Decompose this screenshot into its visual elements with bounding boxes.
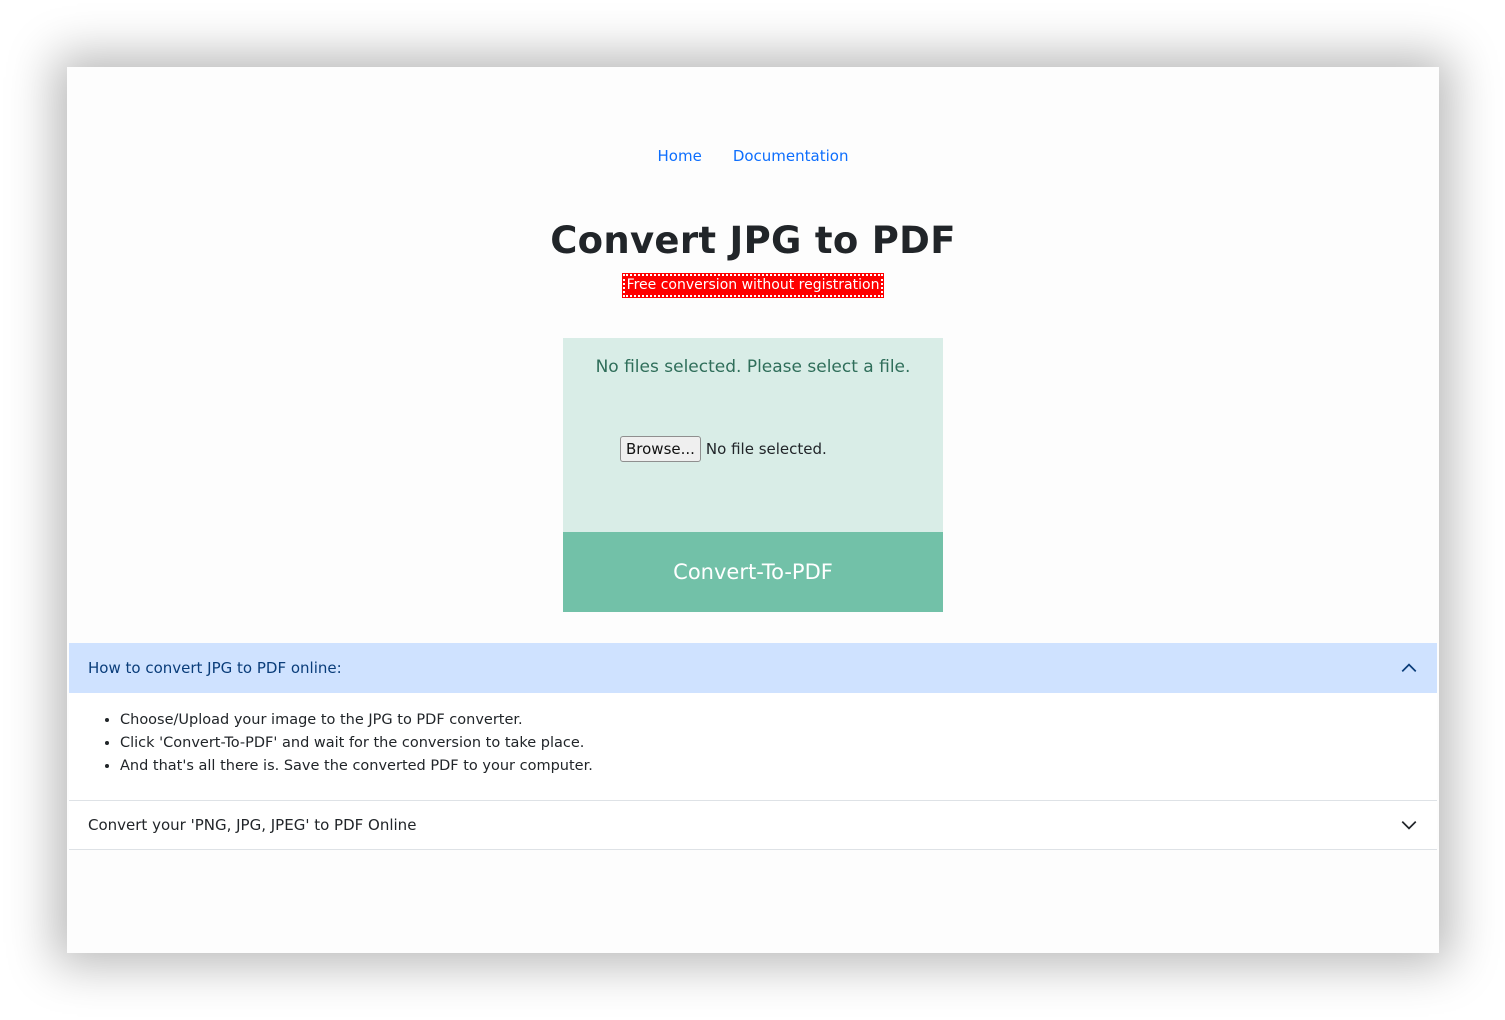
faq-accordion: How to convert JPG to PDF online: Choose…	[69, 643, 1437, 850]
accordion-body-how-to: Choose/Upload your image to the JPG to P…	[69, 693, 1437, 800]
steps-list: Choose/Upload your image to the JPG to P…	[69, 709, 1437, 778]
nav-home-link[interactable]: Home	[658, 147, 702, 165]
file-status-label: No file selected.	[705, 440, 827, 458]
step-item: Click 'Convert-To-PDF' and wait for the …	[120, 732, 1437, 755]
top-nav: Home Documentation	[67, 147, 1439, 165]
file-input[interactable]: Browse... No file selected.	[620, 436, 827, 462]
convert-to-pdf-button[interactable]: Convert-To-PDF	[563, 532, 943, 612]
accordion-header-convert[interactable]: Convert your 'PNG, JPG, JPEG' to PDF Onl…	[69, 800, 1437, 850]
upload-panel: No files selected. Please select a file.…	[563, 338, 943, 612]
accordion-header-how-to[interactable]: How to convert JPG to PDF online:	[69, 643, 1437, 693]
subtitle-wrapper: Free conversion without registration	[67, 273, 1439, 298]
upload-status-message: No files selected. Please select a file.	[595, 357, 911, 377]
step-item: Choose/Upload your image to the JPG to P…	[120, 709, 1437, 732]
nav-documentation-link[interactable]: Documentation	[733, 147, 849, 165]
chevron-up-icon	[1401, 663, 1417, 672]
browse-button[interactable]: Browse...	[620, 436, 701, 462]
free-conversion-badge: Free conversion without registration	[621, 273, 885, 298]
accordion-title-convert: Convert your 'PNG, JPG, JPEG' to PDF Onl…	[88, 816, 417, 834]
accordion-title-how-to: How to convert JPG to PDF online:	[88, 659, 342, 677]
browser-page: Home Documentation Convert JPG to PDF Fr…	[67, 67, 1439, 953]
chevron-down-icon	[1401, 821, 1417, 830]
page-title: Convert JPG to PDF	[550, 219, 956, 262]
step-item: And that's all there is. Save the conver…	[120, 755, 1437, 778]
